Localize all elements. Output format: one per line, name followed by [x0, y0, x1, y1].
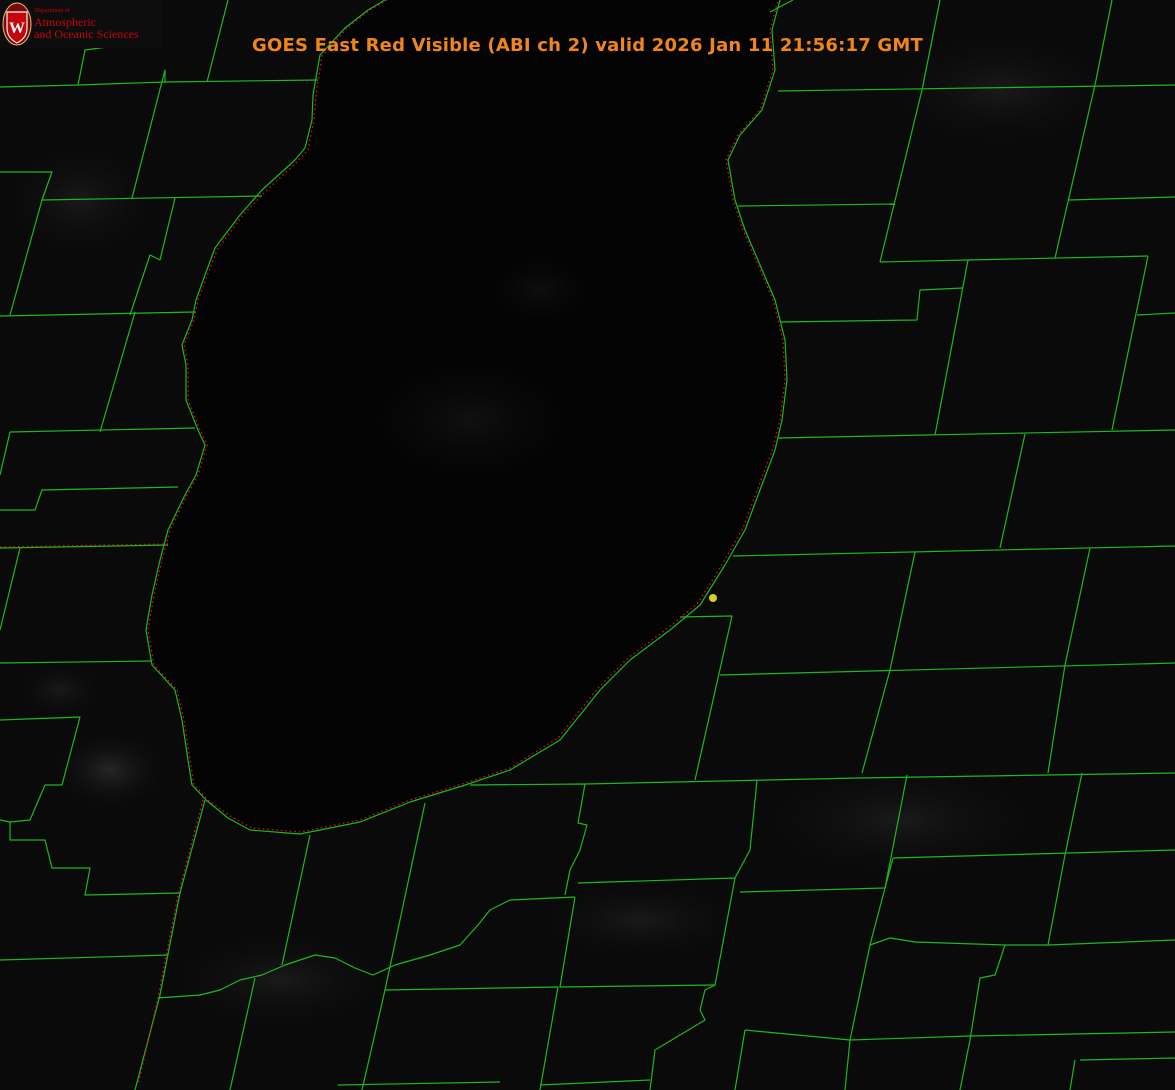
logo-department-label: Department of [35, 8, 70, 14]
cloud-texture [50, 730, 170, 810]
county-line [732, 545, 1175, 557]
county-line [0, 486, 179, 511]
county-line [469, 783, 588, 896]
county-line [0, 311, 196, 317]
county-line [744, 1029, 851, 1090]
county-line [164, 79, 319, 83]
cloud-texture [0, 140, 160, 260]
county-line [999, 433, 1026, 549]
county-line [1069, 1059, 1076, 1090]
cloud-texture [530, 880, 750, 960]
county-line [777, 429, 1175, 439]
county-line [361, 802, 426, 1090]
county-line [384, 986, 559, 1090]
county-line [849, 1031, 1175, 1041]
county-line [0, 547, 21, 631]
county-line [959, 944, 1006, 1090]
location-marker-icon [709, 594, 717, 602]
county-line [0, 431, 11, 476]
county-line [539, 1079, 651, 1086]
county-line [779, 287, 964, 323]
county-line [1079, 1057, 1175, 1061]
county-line [0, 544, 169, 549]
county-line [337, 1081, 501, 1086]
county-line [719, 662, 1175, 676]
county-line [934, 259, 969, 436]
satellite-map: W Department of Atmospheric and Oceanic … [0, 0, 1175, 1090]
county-line [734, 1029, 746, 1090]
county-line [1047, 547, 1091, 774]
county-line [9, 427, 196, 433]
county-line [577, 779, 758, 884]
cloud-texture [750, 760, 1050, 880]
county-line [99, 311, 136, 433]
image-title: GOES East Red Visible (ABI ch 2) valid 2… [251, 35, 923, 56]
county-line [1136, 312, 1175, 316]
map-canvas [0, 0, 1175, 1090]
county-line [1067, 196, 1175, 201]
county-line [1047, 772, 1083, 946]
cloud-texture [480, 250, 600, 330]
county-line [1111, 255, 1149, 431]
county-line [679, 615, 733, 781]
county-line [0, 954, 169, 961]
county-line [879, 255, 1149, 263]
county-line [869, 937, 1175, 946]
cloud-texture [160, 930, 400, 1030]
county-line [861, 551, 916, 774]
cloud-texture [15, 660, 105, 720]
cloud-texture [350, 350, 590, 490]
county-line [0, 819, 181, 896]
county-line [737, 203, 896, 207]
